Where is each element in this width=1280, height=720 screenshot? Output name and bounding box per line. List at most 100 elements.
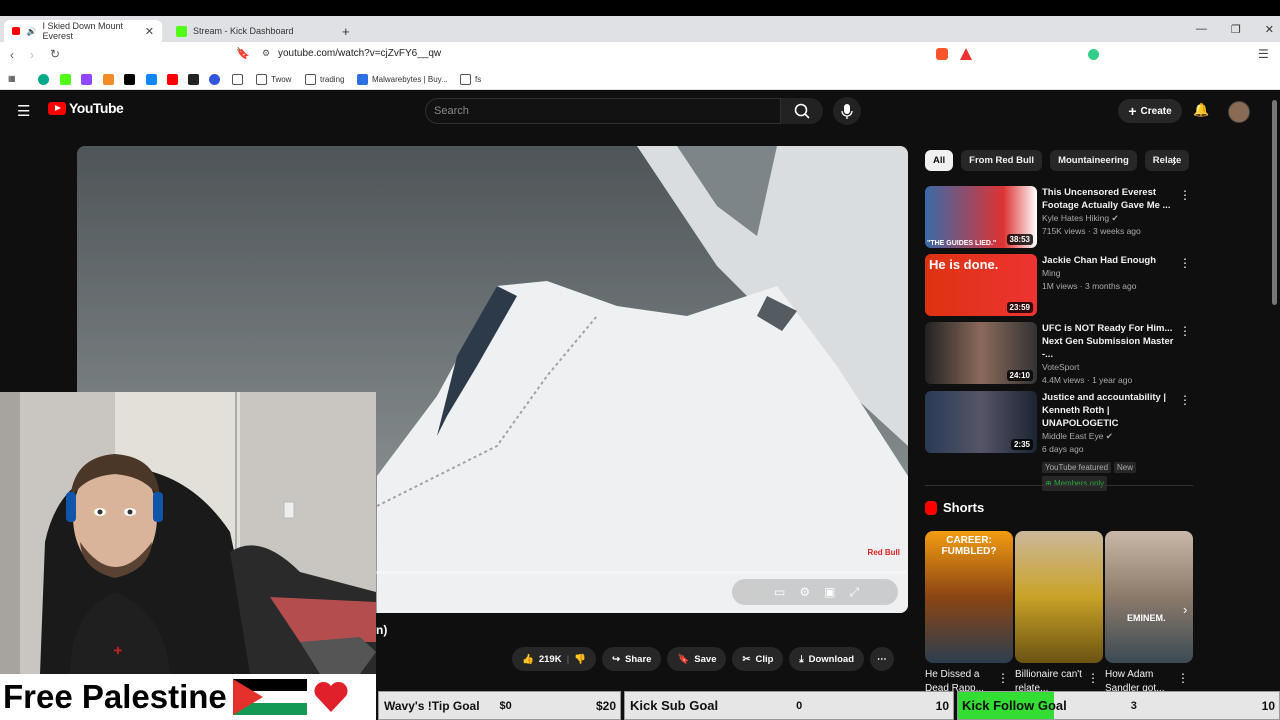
create-button[interactable]: + Create [1118,99,1182,123]
menu-icon[interactable]: ☰ [1258,47,1269,61]
tab-bar: 🔊 I Skied Down Mount Everest ✕ Stream - … [0,16,1280,42]
youtube-favicon-icon [12,27,21,35]
heart-icon [314,681,348,712]
recommendation-item[interactable]: "THE GUIDES LIED." 38:53 This Uncensored… [925,186,1195,248]
search-input[interactable]: Search [425,98,781,124]
members-only-badge: ⊕ Members only [1042,476,1108,491]
bookmark-malwarebytes[interactable]: Malwarebytes | Buy... [357,74,448,85]
tab-kick[interactable]: Stream - Kick Dashboard [168,20,328,42]
tab-label: Stream - Kick Dashboard [193,26,294,36]
back-icon[interactable]: ‹ [10,48,14,62]
settings-gear-icon[interactable]: ⚙ [799,585,810,599]
bookmark-trading[interactable]: trading [305,74,344,85]
chip-from-red-bull[interactable]: From Red Bull [961,150,1043,171]
brave-shield-icon[interactable] [936,48,948,60]
forward-icon[interactable]: › [30,48,34,62]
theater-mode-icon[interactable]: ▣ [824,585,835,599]
recommendation-item[interactable]: 2:35 Justice and accountability | Kennet… [925,391,1195,491]
follow-goal-bar: Kick Follow Goal 3 10 [957,691,1280,720]
goal-current: 3 [1130,699,1137,712]
more-options-icon[interactable]: ⋮ [1087,671,1099,685]
recommendation-item[interactable]: He is done. 23:59 Jackie Chan Had Enough… [925,254,1195,316]
notifications-bell-icon[interactable]: 🔔 [1193,102,1209,118]
x-bookmark-icon[interactable] [124,74,135,85]
clip-button[interactable]: ✂ Clip [732,647,784,671]
youtube-logo[interactable]: YouTube [48,100,124,116]
thumbs-up-icon: 👍 [522,653,534,665]
bookmark-fs[interactable]: fs [460,74,481,85]
extension-icon[interactable] [1088,49,1099,60]
more-options-icon[interactable]: ⋮ [1179,324,1191,338]
short-thumbnail[interactable]: EMINEM. [1105,531,1193,663]
shorts-next-icon[interactable]: › [1183,602,1197,618]
video-thumbnail: "THE GUIDES LIED." 38:53 [925,186,1037,248]
red-bull-watermark: Red Bull [867,548,900,557]
speaker-icon: 🔊 [26,26,37,36]
bookmark-favicon-icon[interactable] [38,74,49,85]
fullscreen-icon[interactable]: ⤢ [849,585,859,600]
bookmark-favicon-icon[interactable] [209,74,220,85]
short-thumbnail[interactable] [1015,531,1103,663]
youtube-bookmark-icon[interactable] [167,74,178,85]
video-thumbnail: 24:10 [925,322,1037,384]
apps-icon[interactable]: ▦ [8,74,16,83]
autoplay-toggle[interactable] [742,588,760,596]
search-button[interactable] [781,98,823,124]
kick-favicon-icon [176,25,187,37]
recommendation-item[interactable]: 24:10 UFC is NOT Ready For Him... Next G… [925,322,1195,385]
url-text[interactable]: youtube.com/watch?v=cjZvFY6__qw [278,48,441,59]
more-options-icon[interactable]: ⋮ [997,671,1009,685]
sub-goal-bar: Kick Sub Goal 0 10 [624,691,954,720]
kick-bookmark-icon[interactable] [60,74,71,85]
subtitles-icon[interactable]: ▭ [774,585,785,599]
page-scrollbar[interactable] [1272,100,1277,305]
more-actions-button[interactable]: ⋯ [870,647,894,671]
chip-all[interactable]: All [925,150,954,171]
folder-icon[interactable] [232,74,243,85]
save-button[interactable]: 🔖 Save [667,647,727,671]
bluesky-bookmark-icon[interactable] [146,74,157,85]
bookmark-twow[interactable]: Twow [256,74,291,85]
bookmark-favicon-icon[interactable] [103,74,114,85]
bookmarks-bar: ▦ Twow trading Malwarebytes | Buy... fs [0,70,1280,90]
goal-current: 0 [796,699,803,712]
new-tab-button[interactable]: + [334,20,358,42]
bookmark-icon[interactable]: 🔖 [236,47,250,60]
rewards-icon[interactable] [960,48,972,60]
channel-name: Middle East Eye ✔ [1042,431,1113,441]
video-title: UFC is NOT Ready For Him... Next Gen Sub… [1042,323,1174,360]
thumbs-down-icon[interactable]: 👎 [574,654,586,665]
more-options-icon[interactable]: ⋮ [1179,393,1191,407]
featured-badge: YouTube featured [1042,462,1112,473]
voice-search-button[interactable] [833,97,861,125]
share-button[interactable]: ↪ Share [602,647,662,671]
chevron-right-icon[interactable]: › [1172,154,1176,169]
microphone-icon [841,104,853,119]
hamburger-menu-icon[interactable]: ☰ [17,102,30,120]
close-window-icon[interactable]: ✕ [1265,23,1274,36]
site-settings-icon[interactable]: ⚙ [262,48,270,59]
download-button[interactable]: ⤓ Download [789,647,864,671]
more-options-icon[interactable]: ⋮ [1179,188,1191,202]
more-options-icon[interactable]: ⋮ [1177,671,1189,685]
chip-related[interactable]: Relate [1144,150,1189,171]
more-options-icon[interactable]: ⋮ [1179,256,1191,270]
tab-youtube[interactable]: 🔊 I Skied Down Mount Everest ✕ [4,20,162,42]
tab-label: I Skied Down Mount Everest [42,21,123,41]
twitch-bookmark-icon[interactable] [81,74,92,85]
reload-icon[interactable]: ↻ [50,47,60,61]
video-title: Jackie Chan Had Enough [1042,255,1157,266]
like-button[interactable]: 👍 219K | 👎 [512,647,597,671]
address-bar: ‹ › ↻ 🔖 ⚙ youtube.com/watch?v=cjZvFY6__q… [0,42,1280,70]
shorts-heading: Shorts [925,500,984,515]
close-tab-icon[interactable]: ✕ [145,25,154,38]
minimize-icon[interactable]: — [1196,23,1207,35]
avatar[interactable] [1228,101,1250,123]
short-thumbnail[interactable]: CAREER: FUMBLED? [925,531,1013,663]
goal-target: 10 [1261,698,1275,713]
progress-bar[interactable] [376,571,906,574]
bookmark-favicon-icon[interactable] [188,74,199,85]
palestine-flag-icon [232,679,307,715]
chip-mountaineering[interactable]: Mountaineering [1050,150,1137,171]
maximize-icon[interactable]: ❐ [1231,23,1241,36]
